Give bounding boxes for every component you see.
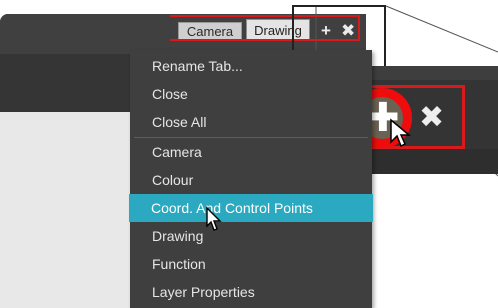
menu-item-close-all[interactable]: Close All: [130, 108, 372, 136]
mouse-pointer-icon: [206, 206, 222, 231]
menu-item-camera[interactable]: Camera: [130, 138, 372, 166]
menu-item-rename-tab[interactable]: Rename Tab...: [130, 52, 372, 80]
menu-item-function[interactable]: Function: [130, 250, 372, 278]
mouse-pointer-icon: [390, 118, 411, 148]
menu-item-drawing[interactable]: Drawing: [130, 222, 372, 250]
menu-item-colour[interactable]: Colour: [130, 166, 372, 194]
tab-context-menu: Rename Tab... Close Close All Camera Col…: [129, 50, 373, 308]
menu-item-layer-properties[interactable]: Layer Properties: [130, 278, 372, 306]
magnified-close-icon: ✖: [419, 101, 445, 134]
menu-item-close[interactable]: Close: [130, 80, 372, 108]
menu-item-coord-control-points[interactable]: Coord. And Control Points: [129, 194, 373, 222]
